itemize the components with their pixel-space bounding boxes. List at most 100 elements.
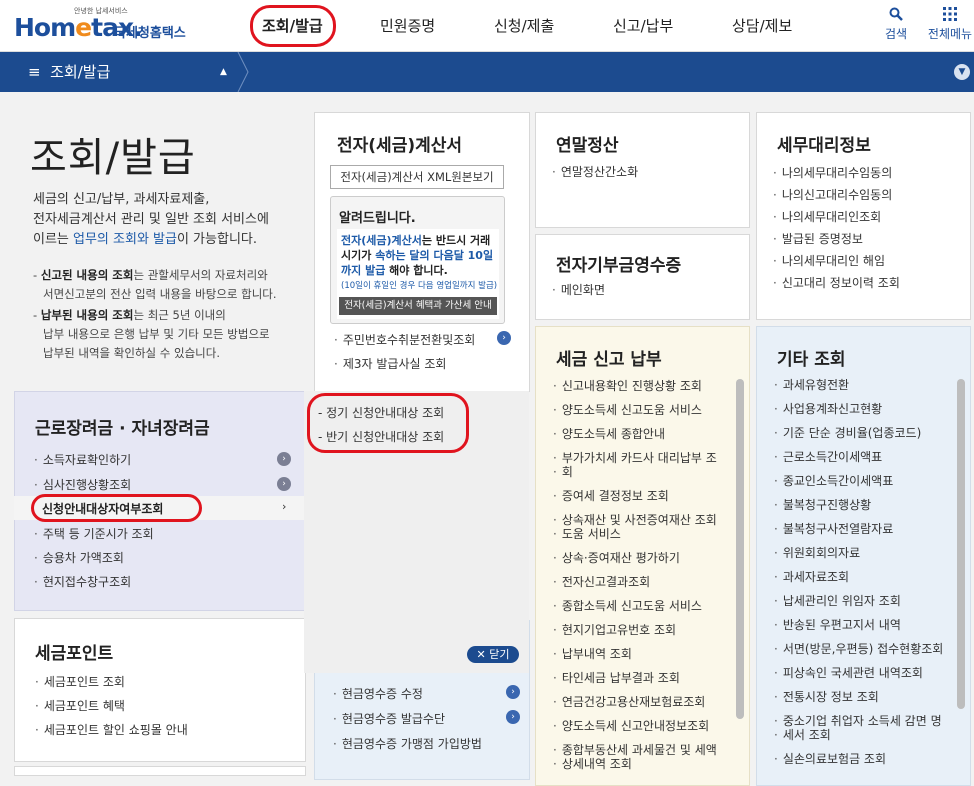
- hamburger-icon: ≡: [28, 63, 41, 81]
- next-card-edge: [14, 766, 306, 776]
- taxpay-item-cont[interactable]: 회: [553, 463, 573, 480]
- scrollbar[interactable]: [957, 379, 965, 709]
- search-icon: [876, 7, 916, 25]
- points-item[interactable]: 세금포인트 조회: [35, 673, 125, 690]
- etc-item-cont[interactable]: 세서 조회: [774, 726, 831, 743]
- active-nav-highlight: [250, 5, 336, 47]
- search-label: 검색: [884, 27, 908, 41]
- etc-item[interactable]: 기준 단순 경비율(업종코드): [774, 424, 921, 441]
- labor-item[interactable]: 심사진행상황조회: [34, 476, 131, 493]
- etc-item[interactable]: 실손의료보험금 조회: [774, 750, 886, 767]
- hometax-logo[interactable]: 안녕한 납세서비스 Hometax. 국세청홈택스: [14, 6, 214, 46]
- yearend-item[interactable]: 연말정산간소화: [552, 163, 638, 180]
- other-inquiry-title: 기타 조회: [777, 350, 846, 370]
- arrow-circle-icon[interactable]: ›: [506, 710, 520, 724]
- nav-report-pay[interactable]: 신고/납부: [613, 0, 673, 52]
- tax-points-card: 세금포인트 세금포인트 조회 세금포인트 혜택 세금포인트 할인 쇼핑몰 안내: [14, 618, 306, 762]
- donation-item[interactable]: 메인화면: [552, 281, 605, 298]
- etc-item[interactable]: 위원회회의자료: [774, 544, 860, 561]
- etc-item[interactable]: 서면(방문,우편등) 접수현황조회: [774, 640, 944, 657]
- submenu-panel: - 정기 신청안내대상 조회 - 반기 신청안내대상 조회: [304, 391, 529, 673]
- einvoice-item[interactable]: 제3자 발급사실 조회: [334, 355, 447, 372]
- nav-consult-report[interactable]: 상담/제보: [732, 0, 792, 52]
- tax-agent-title: 세무대리정보: [777, 136, 871, 156]
- taxpay-item[interactable]: 양도소득세 종합안내: [553, 425, 665, 442]
- labor-item[interactable]: 승용차 가액조회: [34, 549, 124, 566]
- taxpay-item-cont[interactable]: 도움 서비스: [553, 525, 621, 542]
- etc-item[interactable]: 사업용계좌신고현황: [774, 400, 882, 417]
- etc-item[interactable]: 불복청구사전열람자료: [774, 520, 893, 537]
- chevron-down-icon[interactable]: ▼: [954, 64, 970, 80]
- search-button[interactable]: 검색: [876, 7, 916, 42]
- location-menu-button[interactable]: ≡ 조회/발급: [28, 52, 110, 92]
- notice-box: 알려드립니다. 전자(세금)계산서는 반드시 거래시기가 속하는 달의 다음달 …: [330, 196, 505, 324]
- etc-item[interactable]: 불복청구진행상황: [774, 496, 871, 513]
- caret-up-icon[interactable]: ▲: [220, 52, 227, 92]
- einvoice-title: 전자(세금)계산서: [337, 136, 463, 156]
- labor-incentive-title: 근로장려금 · 자녀장려금: [35, 419, 210, 439]
- taxpay-item[interactable]: 종합소득세 신고도움 서비스: [553, 597, 702, 614]
- cashreceipt-item[interactable]: 현금영수증 수정: [333, 685, 423, 702]
- notice-content: 전자(세금)계산서는 반드시 거래시기가 속하는 달의 다음달 10일까지 발급…: [337, 229, 499, 319]
- agent-item[interactable]: 나의세무대리수임동의: [773, 164, 892, 181]
- yearend-card: 연말정산 연말정산간소화: [535, 112, 750, 228]
- nav-apply-submit[interactable]: 신청/제출: [494, 0, 554, 52]
- taxpay-item[interactable]: 전자신고결과조회: [553, 573, 650, 590]
- arrow-circle-icon[interactable]: ›: [277, 452, 291, 466]
- labor-item[interactable]: 주택 등 기준시가 조회: [34, 525, 154, 542]
- taxpay-item[interactable]: 부가가치세 카드사 대리납부 조: [553, 449, 717, 466]
- tax-agent-card: 세무대리정보 나의세무대리수임동의 나의신고대리수임동의 나의세무대리인조회 발…: [756, 112, 971, 320]
- taxpay-item-cont[interactable]: 상세내역 조회: [553, 755, 632, 772]
- agent-item[interactable]: 나의세무대리인조회: [773, 208, 881, 225]
- taxpay-item[interactable]: 양도소득세 신고안내정보조회: [553, 717, 709, 734]
- etc-item[interactable]: 전통시장 정보 조회: [774, 688, 879, 705]
- close-button[interactable]: ✕ 닫기: [467, 646, 519, 663]
- arrow-circle-icon[interactable]: ›: [506, 685, 520, 699]
- scrollbar[interactable]: [736, 379, 744, 719]
- grid-icon: [925, 7, 974, 25]
- agent-item[interactable]: 나의신고대리수임동의: [773, 186, 892, 203]
- nav-certificates[interactable]: 민원증명: [380, 0, 435, 52]
- taxpay-item[interactable]: 납부내역 조회: [553, 645, 632, 662]
- taxpay-item[interactable]: 신고내용확인 진행상황 조회: [553, 377, 702, 394]
- points-item[interactable]: 세금포인트 혜택: [35, 697, 125, 714]
- xml-original-view-button[interactable]: 전자(세금)계산서 XML원본보기: [330, 165, 504, 189]
- top-header: 안녕한 납세서비스 Hometax. 국세청홈택스 조회/발급 민원증명 신청/…: [0, 0, 974, 52]
- labor-item[interactable]: 현지접수창구조회: [34, 573, 131, 590]
- etc-item[interactable]: 근로소득간이세액표: [774, 448, 882, 465]
- taxpay-item[interactable]: 현지기업고유번호 조회: [553, 621, 676, 638]
- cashreceipt-item[interactable]: 현금영수증 가맹점 가입방법: [333, 735, 482, 752]
- notice-title: 알려드립니다.: [339, 211, 416, 226]
- yearend-title: 연말정산: [556, 136, 619, 156]
- etc-item[interactable]: 과세유형전환: [774, 376, 849, 393]
- taxpay-item[interactable]: 연금건강고용산재보험료조회: [553, 693, 706, 710]
- agent-item[interactable]: 발급된 증명정보: [773, 230, 863, 247]
- taxpay-item[interactable]: 양도소득세 신고도움 서비스: [553, 401, 702, 418]
- all-menu-label: 전체메뉴: [927, 27, 973, 41]
- agent-item[interactable]: 나의세무대리인 해임: [773, 252, 885, 269]
- etc-item[interactable]: 종교인소득간이세액표: [774, 472, 893, 489]
- taxpay-item[interactable]: 상속·증여재산 평가하기: [553, 549, 680, 566]
- etc-item[interactable]: 과세자료조회: [774, 568, 849, 585]
- points-item[interactable]: 세금포인트 할인 쇼핑몰 안내: [35, 721, 188, 738]
- tax-points-title: 세금포인트: [35, 644, 114, 664]
- benefits-penalty-button[interactable]: 전자(세금)계산서 혜택과 가산세 안내: [339, 297, 497, 315]
- einvoice-item[interactable]: 주민번호수취분전환및조회: [334, 331, 475, 348]
- location-bar: ≡ 조회/발급 ▲ ▼: [0, 52, 974, 92]
- tax-payment-title: 세금 신고 납부: [556, 350, 662, 370]
- intro-note-reported: - 신고된 내용의 조회는 관할세무서의 자료처리와 서면신고분의 전산 입력 …: [33, 268, 277, 301]
- donation-title: 전자기부금영수증: [556, 256, 682, 276]
- chevron-right-icon: ›: [282, 500, 287, 513]
- arrow-circle-icon[interactable]: ›: [277, 477, 291, 491]
- taxpay-item[interactable]: 증여세 결정정보 조회: [553, 487, 669, 504]
- agent-item[interactable]: 신고대리 정보이력 조회: [773, 274, 900, 291]
- labor-item[interactable]: 소득자료확인하기: [34, 451, 131, 468]
- taxpay-item[interactable]: 타인세금 납부결과 조회: [553, 669, 680, 686]
- etc-item[interactable]: 피상속인 국세관련 내역조회: [774, 664, 923, 681]
- cashreceipt-item[interactable]: 현금영수증 발급수단: [333, 710, 445, 727]
- etc-item[interactable]: 반송된 우편고지서 내역: [774, 616, 901, 633]
- etc-item[interactable]: 납세관리인 위임자 조회: [774, 592, 901, 609]
- selected-item-red-oval: [31, 494, 202, 522]
- arrow-circle-icon[interactable]: ›: [497, 331, 511, 345]
- all-menu-button[interactable]: 전체메뉴: [925, 7, 974, 42]
